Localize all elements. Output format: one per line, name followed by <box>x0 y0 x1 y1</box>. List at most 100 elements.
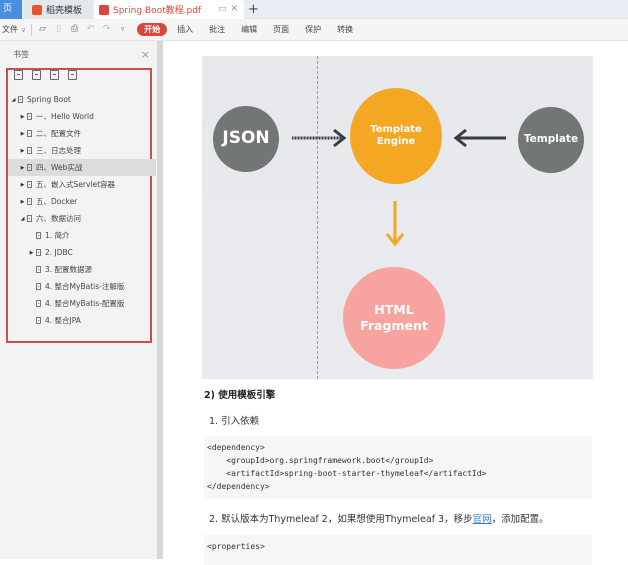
menu-convert[interactable]: 转换 <box>337 24 353 35</box>
open-folder-icon[interactable]: ▱ <box>37 24 48 35</box>
bookmark-label: 六、数据访问 <box>36 214 81 223</box>
bookmark-item[interactable]: ▶ 一、Hello World <box>8 108 156 125</box>
print-icon[interactable]: ⎙ <box>69 24 80 35</box>
step-2-suffix: ，添加配置。 <box>491 514 549 525</box>
tab-bar: 页 稻壳模板 Spring Boot教程.pdf ▭ ✕ + <box>0 0 628 19</box>
caret-right-icon[interactable]: ▶ <box>19 114 26 120</box>
caret-right-icon[interactable]: ▶ <box>19 131 26 137</box>
pdf-icon <box>99 4 109 15</box>
bookmark-icon <box>36 300 41 307</box>
bookmark-tools <box>14 70 77 80</box>
more-dropdown-icon[interactable]: ▿ <box>117 24 128 35</box>
bookmark-icon <box>36 266 41 273</box>
new-tab-button[interactable]: + <box>248 0 259 19</box>
caret-right-icon[interactable]: ▶ <box>28 250 35 256</box>
template-engine-node: Template Engine <box>350 88 442 184</box>
official-site-link[interactable]: 官网 <box>473 514 492 525</box>
engine-line1: Template <box>370 123 422 135</box>
bookmark-label: 1. 简介 <box>45 231 70 240</box>
bookmark-item[interactable]: 4. 整合MyBatis-配置版 <box>8 295 156 312</box>
bookmark-item[interactable]: ◢ 六、数据访问 <box>8 210 156 227</box>
bookmark-icon <box>18 96 23 103</box>
file-menu-label: 文件 <box>2 25 18 34</box>
html-line2: Fragment <box>360 318 428 333</box>
caret-right-icon[interactable]: ▶ <box>19 199 26 205</box>
template-node: Template <box>518 107 584 173</box>
bookmark-label: 三、日志处理 <box>36 146 81 155</box>
bookmark-label: 4. 整合MyBatis-注解版 <box>45 282 125 291</box>
bookmark-icon <box>27 130 32 137</box>
step-2-prefix: 2. 默认版本为Thymeleaf 2，如果想使用Thymeleaf 3，移步 <box>209 514 473 525</box>
bookmark-item[interactable]: 3. 配置数据源 <box>8 261 156 278</box>
html-line1: HTML <box>374 302 414 318</box>
pin-icon[interactable]: ▭ <box>218 4 227 14</box>
bookmark-label: 4. 整合JPA <box>45 316 81 325</box>
templates-icon <box>32 4 42 15</box>
redo-icon[interactable]: ↷ <box>101 24 112 35</box>
arrow-engine-to-html <box>385 201 405 247</box>
undo-icon[interactable]: ↶ <box>85 24 96 35</box>
menu-protect[interactable]: 保护 <box>305 24 321 35</box>
bookmark-label: 二、配置文件 <box>36 129 81 138</box>
tab-pdf-label: Spring Boot教程.pdf <box>113 6 202 16</box>
bookmark-icon <box>27 181 32 188</box>
menu-edit[interactable]: 编辑 <box>241 24 257 35</box>
chevron-down-icon: ∨ <box>21 25 27 34</box>
bookmark-panel-header: 书签 × <box>0 41 158 67</box>
bookmark-label: 一、Hello World <box>36 112 94 121</box>
bookmark-item[interactable]: ▶ 五、嵌入式Servlet容器 <box>8 176 156 193</box>
html-fragment-node: HTML Fragment <box>343 267 445 369</box>
caret-right-icon[interactable]: ▶ <box>19 165 26 171</box>
template-engine-diagram: JSON Template Engine Template HTML Fragmen… <box>202 56 593 379</box>
bookmark-label: 五、嵌入式Servlet容器 <box>36 180 116 189</box>
tab-templates[interactable]: 稻壳模板 <box>24 0 92 19</box>
bookmark-item[interactable]: 1. 简介 <box>8 227 156 244</box>
bookmark-panel-title: 书签 <box>13 49 29 59</box>
code-block-properties: <properties> <box>204 535 592 565</box>
bookmark-item[interactable]: ▶ 四、Web实战 <box>8 159 156 176</box>
bookmark-label: 4. 整合MyBatis-配置版 <box>45 299 125 308</box>
bookmark-tree: ◢ Spring Boot ▶ 一、Hello World ▶ 二、配置文件 ▶ 三、日志处理… <box>8 91 156 329</box>
delete-bookmark-icon[interactable] <box>68 70 77 80</box>
caret-expanded-icon[interactable]: ◢ <box>10 97 17 103</box>
bookmark-item[interactable]: ◢ Spring Boot <box>8 91 156 108</box>
caret-right-icon[interactable]: ▶ <box>19 148 26 154</box>
close-icon[interactable]: × <box>141 48 150 61</box>
save-icon[interactable]: ▯ <box>53 24 64 35</box>
caret-right-icon[interactable]: ▶ <box>19 182 26 188</box>
bookmark-item[interactable]: ▶ 三、日志处理 <box>8 142 156 159</box>
expand-all-icon[interactable] <box>14 70 23 80</box>
arrow-template-to-engine <box>453 128 506 148</box>
bookmark-item[interactable]: 4. 整合JPA <box>8 312 156 329</box>
bookmark-icon <box>27 215 32 222</box>
file-menu[interactable]: 文件 ∨ <box>2 24 26 35</box>
caret-expanded-icon[interactable]: ◢ <box>19 216 26 222</box>
bookmark-icon <box>27 147 32 154</box>
collapse-all-icon[interactable] <box>32 70 41 80</box>
toolbar-divider <box>31 23 33 36</box>
bookmark-icon <box>36 249 41 256</box>
close-tab-icon[interactable]: ✕ <box>230 4 238 14</box>
section-heading: 2) 使用模板引擎 <box>204 390 276 401</box>
bookmark-icon <box>27 113 32 120</box>
menu-comment[interactable]: 批注 <box>209 24 225 35</box>
bookmark-icon <box>36 232 41 239</box>
tab-pdf-document[interactable]: Spring Boot教程.pdf ▭ ✕ <box>94 0 244 19</box>
menu-page[interactable]: 页面 <box>273 24 289 35</box>
bookmark-label: 五、Docker <box>36 197 78 206</box>
menu-insert[interactable]: 插入 <box>177 24 193 35</box>
bookmark-icon <box>36 317 41 324</box>
tab-home[interactable]: 页 <box>0 0 22 19</box>
bookmark-label: 四、Web实战 <box>36 163 83 172</box>
add-bookmark-icon[interactable] <box>50 70 59 80</box>
engine-line2: Engine <box>376 136 416 147</box>
bookmark-panel: 书签 × ◢ Spring Boot ▶ 一、Hello World ▶ 二、配置文件 ▶ 三… <box>0 41 158 559</box>
tab-start[interactable]: 开始 <box>137 23 168 36</box>
bookmark-icon <box>36 283 41 290</box>
bookmark-item[interactable]: 4. 整合MyBatis-注解版 <box>8 278 156 295</box>
bookmark-item[interactable]: ▶ 二、配置文件 <box>8 125 156 142</box>
step-2-text: 2. 默认版本为Thymeleaf 2，如果想使用Thymeleaf 3，移步官… <box>209 511 549 525</box>
bookmark-icon <box>27 198 32 205</box>
bookmark-item[interactable]: ▶ 2. JDBC <box>8 244 156 261</box>
bookmark-item[interactable]: ▶ 五、Docker <box>8 193 156 210</box>
